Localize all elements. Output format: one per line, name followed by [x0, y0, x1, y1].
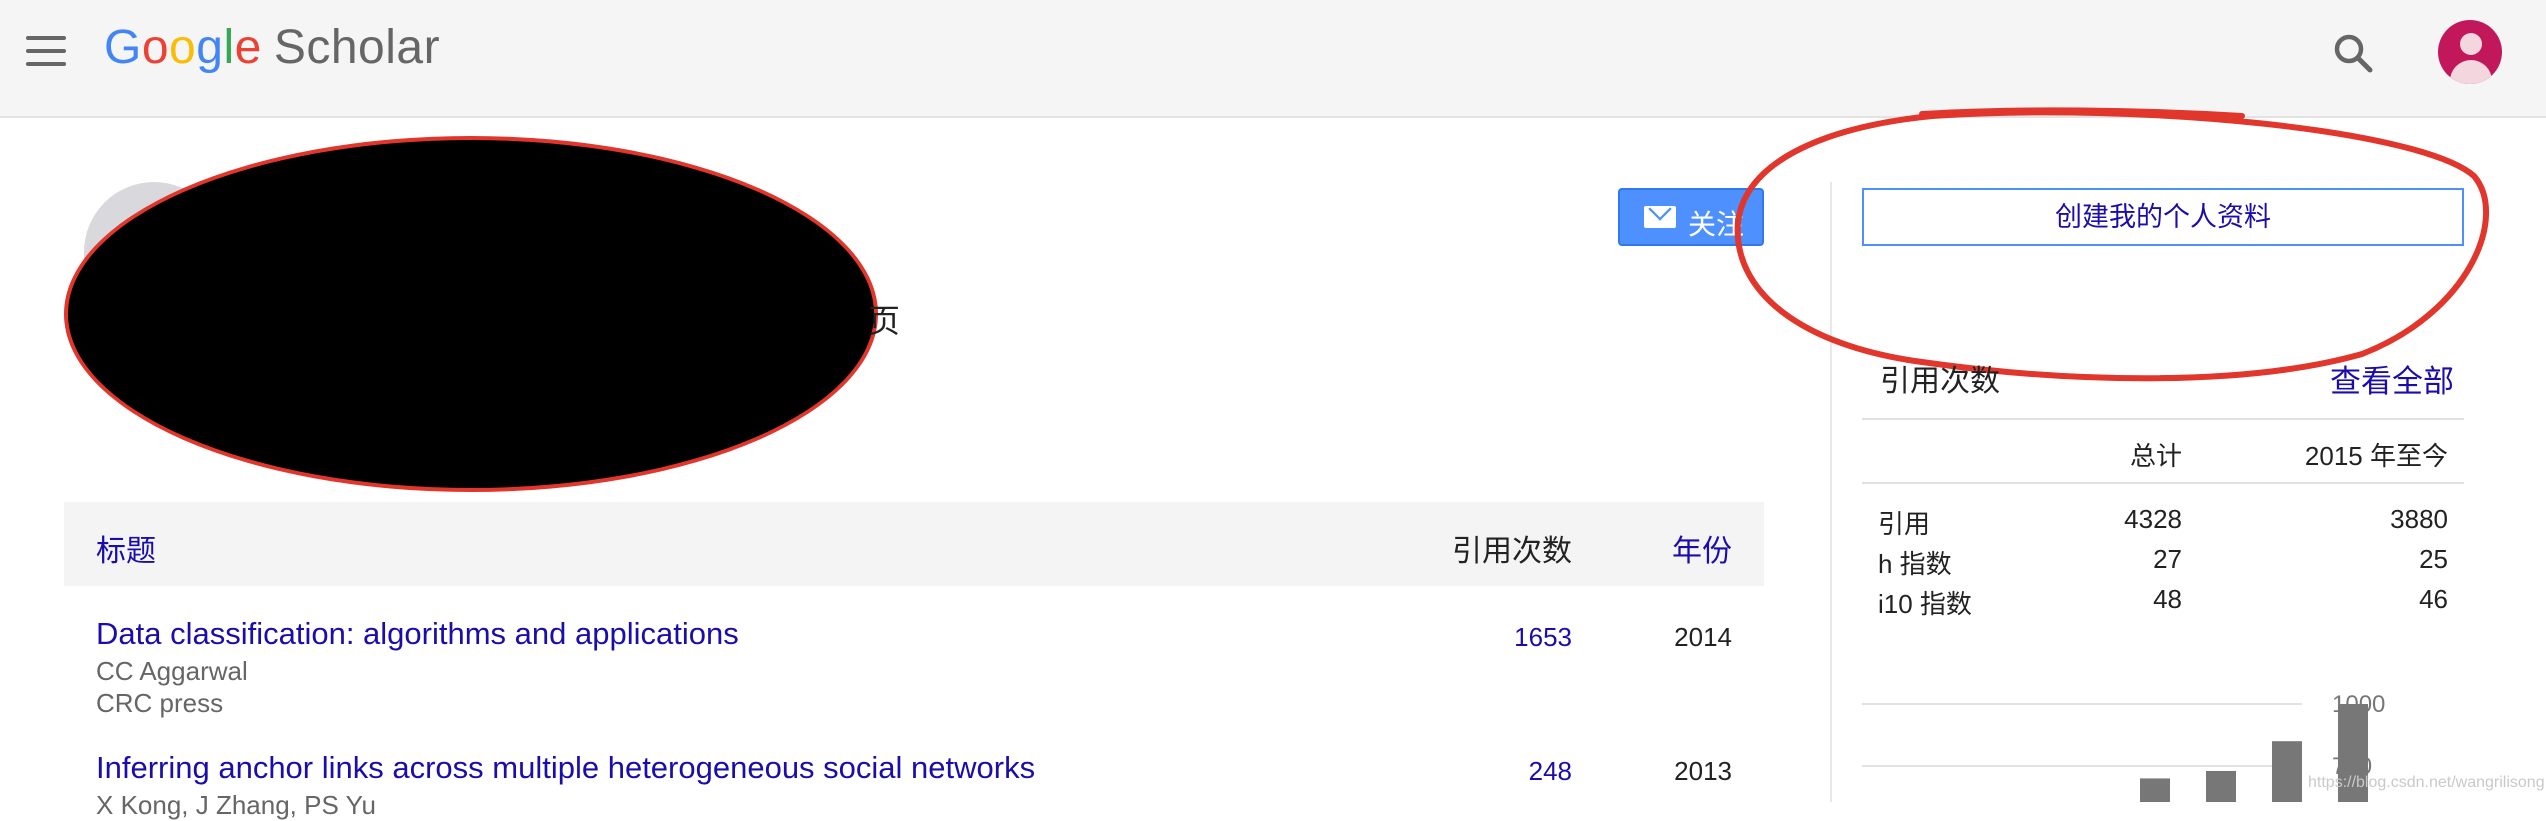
- publication-year: 2014: [1674, 622, 1732, 652]
- cited-by-count-link[interactable]: 248: [1529, 756, 1572, 787]
- cited-by-count-link[interactable]: 1653: [1514, 622, 1572, 653]
- metric-total: 48: [2153, 584, 2182, 614]
- chart-bar: [2206, 770, 2236, 802]
- publication-authors: CC Aggarwal: [96, 656, 248, 686]
- publication-title-link[interactable]: Inferring anchor links across multiple h…: [96, 750, 1035, 786]
- profile-affiliation-fragment: 页: [868, 303, 901, 339]
- create-profile-button[interactable]: 创建我的个人资料: [1862, 188, 2464, 246]
- logo-google-text: Google: [104, 21, 262, 74]
- metric-total: 4328: [2124, 504, 2182, 534]
- follow-button[interactable]: 关注: [1618, 188, 1764, 246]
- metric-total: 27: [2153, 544, 2182, 574]
- citations-heading: 引用次数: [1880, 365, 2000, 398]
- publication-authors: X Kong, J Zhang, PS Yu: [96, 790, 376, 820]
- publication-title-link[interactable]: Data classification: algorithms and appl…: [96, 616, 739, 652]
- watermark-text: https://blog.csdn.net/wangrilisong: [2308, 774, 2545, 791]
- follow-button-label: 关注: [1688, 209, 1745, 240]
- publications-table-header: 标题 引用次数 年份: [64, 502, 1764, 586]
- table-rule: [1862, 418, 2464, 420]
- metric-since: 25: [2419, 544, 2448, 574]
- logo-product-text: Scholar: [273, 21, 441, 74]
- sort-by-year-link[interactable]: 年份: [1672, 526, 1732, 570]
- menu-icon[interactable]: [26, 36, 68, 66]
- publication-year: 2013: [1674, 756, 1732, 786]
- cited-by-header[interactable]: 引用次数: [1452, 526, 1572, 570]
- metric-label: 引用: [1878, 509, 1931, 539]
- mail-icon: [1644, 206, 1676, 228]
- chart-bar: [2140, 778, 2170, 802]
- red-circle-annotation: [1734, 107, 2490, 382]
- table-rule: [1862, 482, 2464, 484]
- metric-since: 46: [2419, 584, 2448, 614]
- col-header-since: 2015 年至今: [2304, 441, 2448, 471]
- google-scholar-logo[interactable]: Google Scholar: [104, 20, 440, 75]
- search-icon[interactable]: [2330, 30, 2376, 76]
- account-avatar-icon[interactable]: [2438, 20, 2502, 84]
- metric-label: i10 指数: [1878, 589, 1972, 619]
- publication-venue: CRC press: [96, 688, 224, 718]
- metric-since: 3880: [2390, 504, 2448, 534]
- column-divider: [1830, 182, 1832, 802]
- top-app-bar: Google Scholar: [0, 0, 2546, 118]
- chart-bar: [2272, 741, 2302, 802]
- col-header-total: 总计: [2129, 441, 2182, 471]
- view-all-link[interactable]: 查看全部: [2330, 356, 2454, 401]
- redacted-profile-info: [64, 136, 878, 492]
- metric-label: h 指数: [1878, 549, 1952, 579]
- sort-by-title-link[interactable]: 标题: [96, 526, 156, 570]
